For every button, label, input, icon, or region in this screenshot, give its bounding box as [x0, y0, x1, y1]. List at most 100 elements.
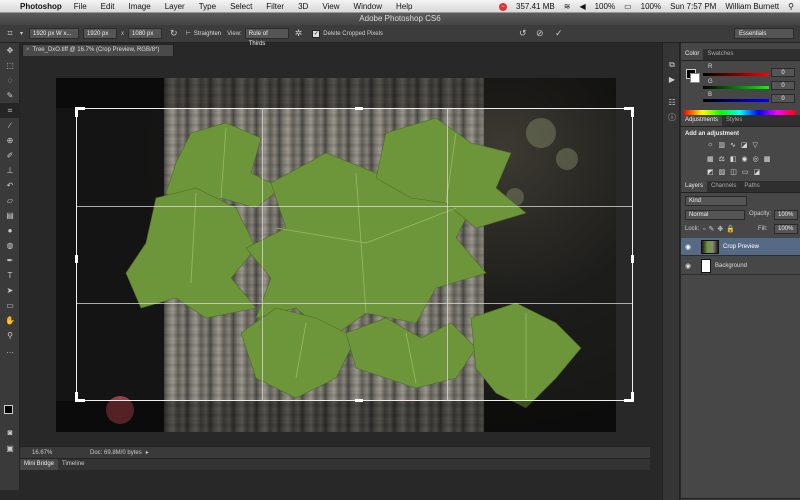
- user-name[interactable]: William Burnett: [725, 2, 779, 11]
- type-tool-icon[interactable]: T: [0, 268, 20, 283]
- menu-type[interactable]: Type: [199, 2, 216, 11]
- green-value[interactable]: 0: [771, 81, 795, 90]
- workspace-select[interactable]: Essentials: [734, 28, 794, 39]
- tab-swatches[interactable]: Swatches: [703, 49, 737, 60]
- menu-select[interactable]: Select: [230, 2, 252, 11]
- wifi-icon[interactable]: ≋: [564, 2, 571, 11]
- settings-gear-icon[interactable]: ✲: [295, 28, 303, 39]
- color-balance-icon[interactable]: ⚖: [719, 155, 725, 163]
- menu-3d[interactable]: 3D: [298, 2, 308, 11]
- eye-icon[interactable]: ◉: [681, 262, 695, 270]
- crop-handle-left[interactable]: [75, 254, 78, 263]
- tab-mini-bridge[interactable]: Mini Bridge: [20, 459, 59, 470]
- width-field[interactable]: 1920 px: [83, 28, 118, 39]
- posterize-icon[interactable]: ▨: [719, 168, 726, 176]
- tab-color[interactable]: Color: [681, 49, 704, 60]
- crop-tool-icon[interactable]: ⌗: [0, 103, 20, 118]
- blue-slider[interactable]: [703, 99, 769, 102]
- levels-icon[interactable]: ▥: [718, 141, 725, 149]
- red-value[interactable]: 0: [771, 68, 795, 77]
- history-brush-tool-icon[interactable]: ↶: [0, 178, 20, 193]
- canvas-area[interactable]: [20, 56, 650, 445]
- crop-handle-bottom[interactable]: [354, 399, 363, 402]
- document-tab[interactable]: × Tree_DxO.tiff @ 16.7% (Crop Preview, RG…: [22, 44, 174, 56]
- crop-handle-top-right[interactable]: [631, 107, 634, 117]
- crop-handle-top-left[interactable]: [75, 107, 78, 117]
- actions-panel-icon[interactable]: ▶: [663, 72, 681, 87]
- zoom-level[interactable]: 16.67%: [32, 450, 82, 456]
- lock-icons[interactable]: ▫✎✥🔒: [703, 225, 738, 233]
- layer-row-crop-preview[interactable]: ◉ Crop Preview: [681, 238, 800, 256]
- opacity-field[interactable]: 100%: [774, 210, 798, 220]
- menu-help[interactable]: Help: [396, 2, 412, 11]
- tab-paths[interactable]: Paths: [740, 181, 763, 192]
- red-slider[interactable]: [703, 73, 769, 76]
- height-field[interactable]: 1080 px: [128, 28, 163, 39]
- status-menu-icon[interactable]: ▸: [146, 449, 149, 456]
- preset-chevron-icon[interactable]: ▾: [20, 30, 23, 37]
- screen-mode-icon[interactable]: ▣: [0, 441, 20, 456]
- fill-field[interactable]: 100%: [774, 224, 798, 234]
- eye-icon[interactable]: ◉: [681, 243, 695, 251]
- clone-stamp-tool-icon[interactable]: ⊥: [0, 163, 20, 178]
- reset-icon[interactable]: ↺: [519, 28, 527, 39]
- move-tool-icon[interactable]: ✥: [0, 43, 20, 58]
- crop-handle-bottom-left[interactable]: [75, 392, 78, 402]
- memory-readout[interactable]: 357.41 MB: [516, 2, 555, 11]
- blue-value[interactable]: 0: [771, 94, 795, 103]
- black-white-icon[interactable]: ◧: [730, 155, 737, 163]
- eyedropper-tool-icon[interactable]: ∕: [0, 118, 20, 133]
- battery-icon[interactable]: ▭: [624, 2, 632, 11]
- no-entry-icon[interactable]: −: [499, 2, 508, 11]
- menu-window[interactable]: Window: [354, 2, 382, 11]
- exposure-icon[interactable]: ◪: [741, 141, 748, 149]
- gradient-tool-icon[interactable]: ▤: [0, 208, 20, 223]
- menu-edit[interactable]: Edit: [101, 2, 115, 11]
- hand-tool-icon[interactable]: ✋: [0, 313, 20, 328]
- foreground-color-swatch[interactable]: [4, 405, 13, 414]
- quick-select-tool-icon[interactable]: ✎: [0, 88, 20, 103]
- crop-handle-top[interactable]: [354, 107, 363, 110]
- menu-view[interactable]: View: [322, 2, 339, 11]
- layer-row-background[interactable]: ◉ Background: [681, 257, 800, 275]
- menu-image[interactable]: Image: [128, 2, 150, 11]
- quick-mask-icon[interactable]: ◙: [0, 425, 20, 440]
- history-panel-icon[interactable]: ⧉: [663, 57, 681, 72]
- menu-filter[interactable]: Filter: [266, 2, 284, 11]
- pen-tool-icon[interactable]: ✒: [0, 253, 20, 268]
- tab-styles[interactable]: Styles: [722, 115, 746, 126]
- delete-cropped-checkbox[interactable]: ✓: [312, 29, 321, 38]
- color-lookup-icon[interactable]: ▩: [764, 155, 771, 163]
- background-color-chip[interactable]: [690, 73, 700, 83]
- tab-adjustments[interactable]: Adjustments: [681, 115, 723, 126]
- properties-panel-icon[interactable]: ☷: [663, 95, 681, 110]
- path-select-tool-icon[interactable]: ➤: [0, 283, 20, 298]
- crop-tool-preset-icon[interactable]: ⌗: [0, 28, 20, 39]
- healing-tool-icon[interactable]: ⊕: [0, 133, 20, 148]
- threshold-icon[interactable]: ◫: [730, 168, 737, 176]
- photo-filter-icon[interactable]: ◉: [742, 155, 748, 163]
- vibrance-icon[interactable]: ▽: [753, 141, 758, 149]
- info-panel-icon[interactable]: ⓘ: [663, 110, 681, 125]
- more-tools-icon[interactable]: …: [0, 343, 20, 358]
- invert-icon[interactable]: ◩: [707, 168, 714, 176]
- layer-name[interactable]: Crop Preview: [723, 244, 759, 250]
- volume-icon[interactable]: ◀: [579, 2, 585, 11]
- swap-icon[interactable]: ↻: [170, 28, 178, 39]
- blur-tool-icon[interactable]: ●: [0, 223, 20, 238]
- app-menu[interactable]: Photoshop: [20, 2, 62, 11]
- channel-mixer-icon[interactable]: ◎: [753, 155, 759, 163]
- zoom-tool-icon[interactable]: ⚲: [0, 328, 20, 343]
- gradient-map-icon[interactable]: ▭: [742, 168, 749, 176]
- crop-handle-right[interactable]: [631, 254, 634, 263]
- layer-name[interactable]: Background: [715, 263, 747, 269]
- green-slider[interactable]: [703, 86, 769, 89]
- view-overlay-select[interactable]: Rule of Thirds: [244, 28, 289, 47]
- brightness-contrast-icon[interactable]: ☼: [707, 141, 713, 149]
- commit-crop-icon[interactable]: ✓: [555, 28, 563, 39]
- brush-tool-icon[interactable]: ✐: [0, 148, 20, 163]
- cancel-crop-icon[interactable]: ⊘: [536, 28, 544, 39]
- curves-icon[interactable]: ∿: [730, 141, 736, 149]
- crop-box[interactable]: [75, 107, 634, 402]
- blend-mode-select[interactable]: Normal: [685, 210, 745, 220]
